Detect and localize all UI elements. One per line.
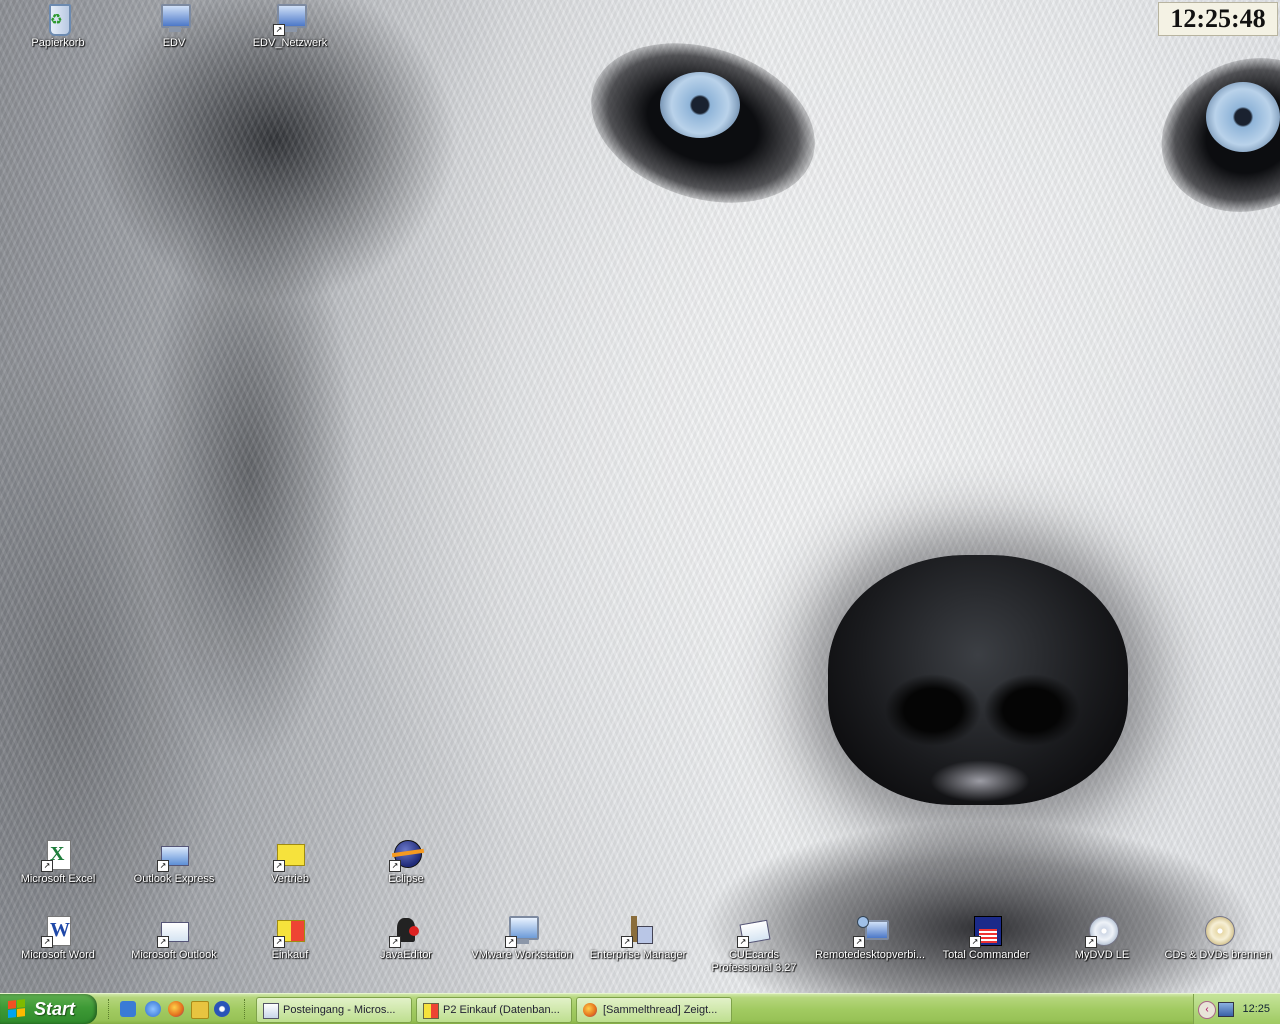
taskbar-button-label: Posteingang - Micros... (283, 1004, 396, 1016)
recycle-bin-icon: ♻ (41, 2, 75, 36)
taskbar-button-p2-einkauf[interactable]: P2 Einkauf (Datenban... (416, 997, 572, 1023)
shortcut-arrow-icon: ↗ (969, 936, 981, 948)
start-label: Start (34, 999, 76, 1019)
start-button[interactable]: Start (0, 994, 97, 1024)
desktop-icon-label: EDV_Netzwerk (252, 37, 328, 49)
shortcut-arrow-icon: ↗ (41, 860, 53, 872)
cd-burn-icon (1201, 914, 1235, 948)
shortcut-arrow-icon: ↗ (157, 936, 169, 948)
java-editor-icon: ↗ (389, 914, 423, 948)
shortcut-arrow-icon: ↗ (389, 860, 401, 872)
desktop-icon-label: Outlook Express (133, 873, 215, 885)
desktop-icon-label: Microsoft Word (21, 949, 95, 961)
shortcut-arrow-icon: ↗ (389, 936, 401, 948)
tray-expand-chevron-icon[interactable]: ‹ (1198, 1001, 1216, 1019)
desktop-icon-label: MyDVD LE (1074, 949, 1130, 961)
network-computer-icon: ↗ (273, 2, 307, 36)
desktop-icon-label: Vertrieb (271, 873, 309, 885)
desktop-icon-label: Einkauf (271, 949, 309, 961)
desktop-icon-outlook[interactable]: ↗ Microsoft Outlook (116, 914, 232, 962)
desktop-icon-label: CDs & DVDs brennen (1164, 949, 1272, 961)
quick-launch-internet-explorer-icon[interactable] (145, 1001, 161, 1017)
desktop-icon-mydvd[interactable]: ↗ MyDVD LE (1044, 914, 1160, 962)
desktop-icon-label: Papierkorb (31, 37, 85, 49)
desktop-icon-vmware[interactable]: ↗ VMware Workstation (464, 914, 580, 962)
taskbar-button-posteingang[interactable]: Posteingang - Micros... (256, 997, 412, 1023)
desktop-icon-label: Remotedesktopverbi... (814, 949, 926, 961)
quick-launch-separator (244, 999, 247, 1019)
outlook-express-icon: ↗ (157, 838, 191, 872)
taskbar-button-sammelthread[interactable]: [Sammelthread] Zeigt... (576, 997, 732, 1023)
vmware-icon: ↗ (505, 914, 539, 948)
desktop-icon-label: Enterprise Manager (589, 949, 687, 961)
shortcut-arrow-icon: ↗ (505, 936, 517, 948)
desktop-icon-label: EDV (162, 37, 186, 49)
wallpaper-left-eye (660, 72, 740, 138)
desktop-icon-cds-dvds[interactable]: CDs & DVDs brennen (1160, 914, 1276, 962)
floppy-icon: ↗ (969, 914, 1003, 948)
cuecards-icon: ↗ (737, 914, 771, 948)
desktop-icon-eclipse[interactable]: ↗ Eclipse (348, 838, 464, 886)
desktop-icon-label: VMware Workstation (471, 949, 573, 961)
quick-launch-outlook-express-icon[interactable] (120, 1001, 136, 1017)
shortcut-arrow-icon: ↗ (621, 936, 633, 948)
outlook-icon: ↗ (157, 914, 191, 948)
desktop-icon-label: Microsoft Outlook (131, 949, 217, 961)
taskbar-button-label: [Sammelthread] Zeigt... (603, 1004, 718, 1016)
eclipse-icon: ↗ (389, 838, 423, 872)
shortcut-arrow-icon: ↗ (737, 936, 749, 948)
desktop-icon-outlook-express[interactable]: ↗ Outlook Express (116, 838, 232, 886)
shortcut-arrow-icon: ↗ (41, 936, 53, 948)
quick-launch-media-player-icon[interactable] (214, 1001, 230, 1017)
access-database-icon (423, 1003, 439, 1019)
word-icon: W ↗ (41, 914, 75, 948)
desktop-icon-label: Eclipse (388, 873, 424, 885)
shortcut-arrow-icon: ↗ (853, 936, 865, 948)
desktop-icon-papierkorb[interactable]: ♻ Papierkorb (0, 2, 116, 50)
desktop-icon-remotedesktop[interactable]: ↗ Remotedesktopverbi... (812, 914, 928, 962)
desktop-icon-word[interactable]: W ↗ Microsoft Word (0, 914, 116, 962)
desktop-icon-edv[interactable]: EDV (116, 2, 232, 50)
desktop-icon-label: Microsoft Excel (20, 873, 96, 885)
network-computer-icon (157, 2, 191, 36)
desktop-icon-excel[interactable]: X ↗ Microsoft Excel (0, 838, 116, 886)
tray-clock[interactable]: 12:25 (1242, 994, 1270, 1024)
desktop-icon-vertrieb[interactable]: ↗ Vertrieb (232, 838, 348, 886)
taskbar: Start Posteingang - Micros... P2 Einkauf… (0, 993, 1280, 1024)
desktop-clock: 12:25:48 (1158, 2, 1278, 36)
quick-launch-folder-icon[interactable] (191, 1001, 209, 1019)
desktop-icon-javaeditor[interactable]: ↗ JavaEditor (348, 914, 464, 962)
desktop-icon-edv-netzwerk[interactable]: ↗ EDV_Netzwerk (232, 2, 348, 50)
system-tray: ‹ 12:25 (1193, 994, 1280, 1024)
desktop-icon-enterprise-manager[interactable]: ↗ Enterprise Manager (580, 914, 696, 962)
folder-icon: ↗ (273, 914, 307, 948)
wallpaper-nose-highlight (930, 760, 1030, 802)
desktop-icon-total-commander[interactable]: ↗ Total Commander (928, 914, 1044, 962)
excel-icon: X ↗ (41, 838, 75, 872)
shortcut-arrow-icon: ↗ (273, 936, 285, 948)
desktop-icon-label: CUEcards Professional 3.27 (711, 949, 797, 974)
folder-icon: ↗ (273, 838, 307, 872)
quick-launch-firefox-icon[interactable] (168, 1001, 184, 1017)
taskbar-button-label: P2 Einkauf (Datenban... (443, 1004, 560, 1016)
outlook-icon (263, 1003, 279, 1019)
desktop-icon-label: Total Commander (942, 949, 1030, 961)
windows-logo-icon (8, 999, 26, 1019)
shortcut-arrow-icon: ↗ (157, 860, 169, 872)
quick-launch-separator (108, 999, 111, 1019)
desktop-icon-label: JavaEditor (380, 949, 432, 961)
desktop-icon-cuecards[interactable]: ↗ CUEcards Professional 3.27 (696, 914, 812, 975)
shortcut-arrow-icon: ↗ (1085, 936, 1097, 948)
dvd-icon: ↗ (1085, 914, 1119, 948)
remote-desktop-icon: ↗ (853, 914, 889, 948)
firefox-icon (583, 1003, 597, 1017)
shortcut-arrow-icon: ↗ (273, 860, 285, 872)
shortcut-arrow-icon: ↗ (273, 24, 285, 36)
enterprise-manager-icon: ↗ (621, 914, 655, 948)
wallpaper-right-eye (1206, 82, 1280, 152)
network-status-icon[interactable] (1218, 1002, 1234, 1017)
desktop-icon-einkauf[interactable]: ↗ Einkauf (232, 914, 348, 962)
